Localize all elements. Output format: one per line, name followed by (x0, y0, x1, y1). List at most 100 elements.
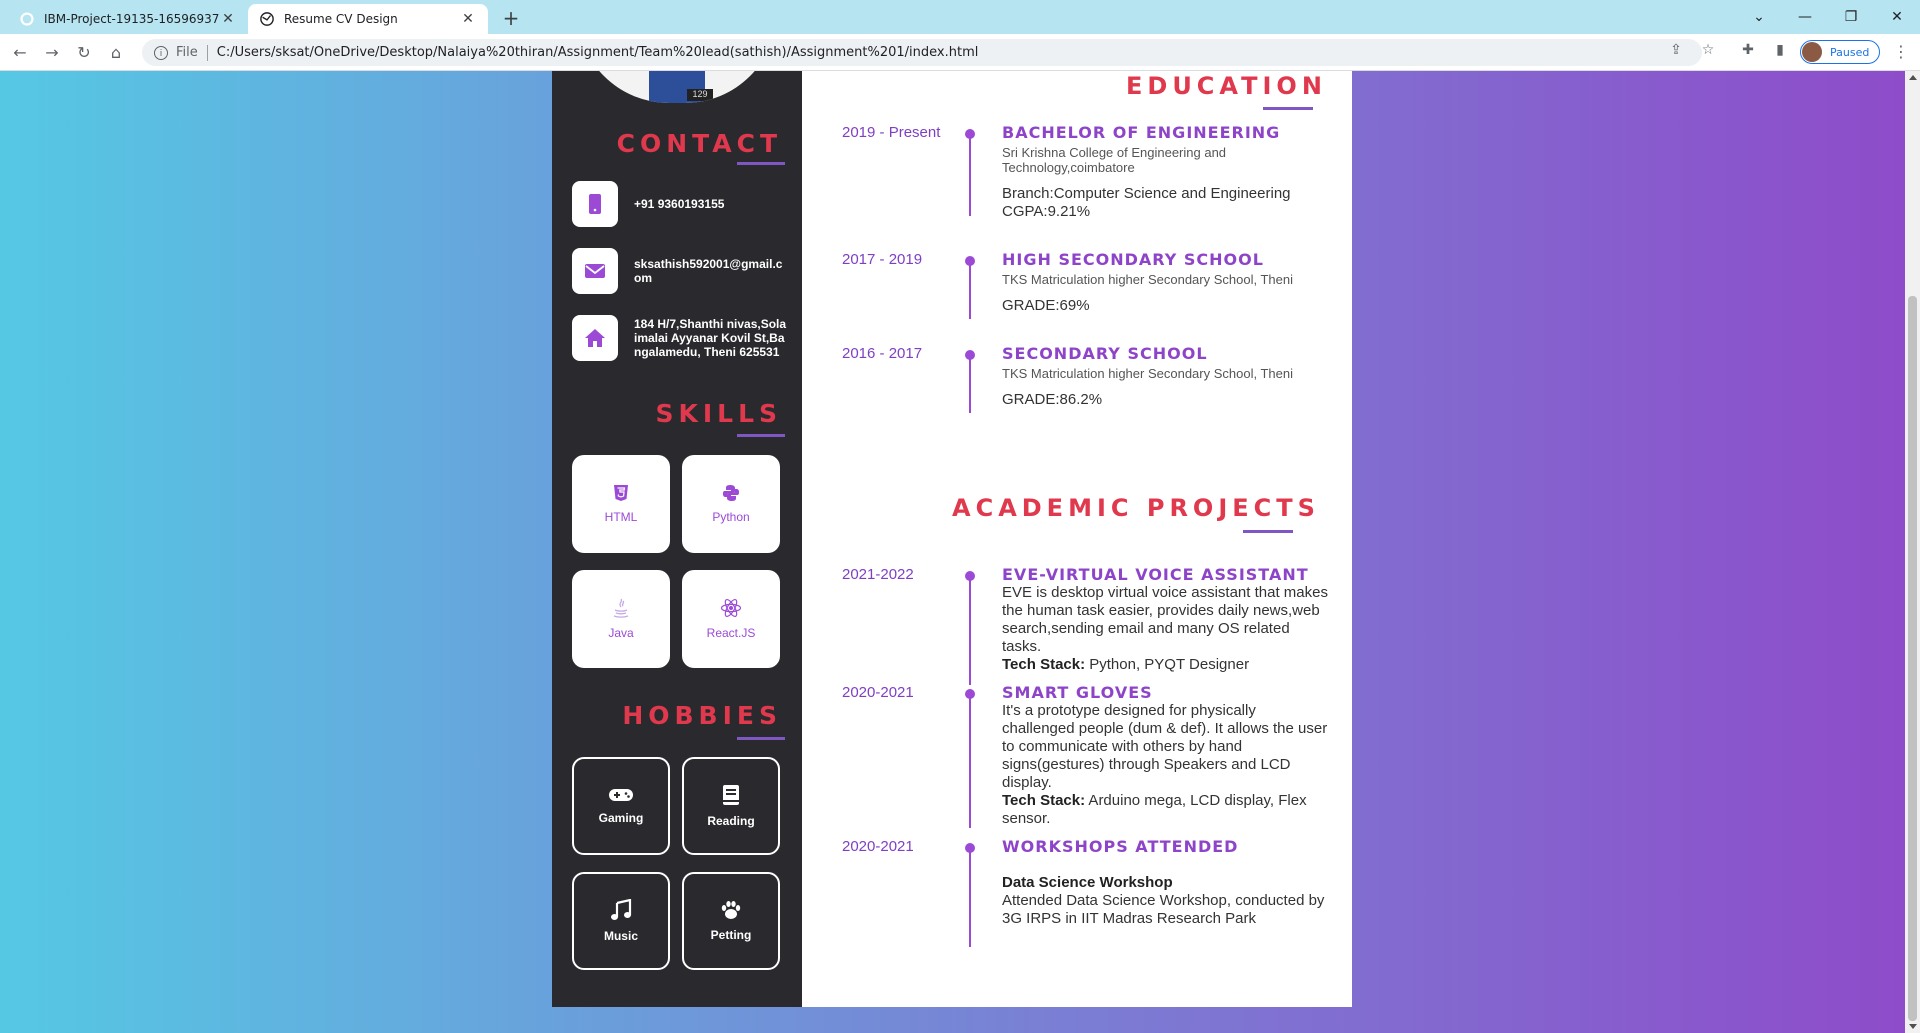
hobby-label: Gaming (598, 811, 644, 825)
timeline-dot (965, 256, 975, 266)
education-date: 2019 - Present (842, 124, 941, 141)
education-institution: TKS Matriculation higher Secondary Schoo… (1002, 366, 1293, 381)
react-icon (720, 598, 742, 618)
project-date: 2020-2021 (842, 684, 914, 701)
timeline-dot (965, 689, 975, 699)
browser-toolbar: ← → ↻ ⌂ i File C:/Users/sksat/OneDrive/D… (0, 34, 1920, 71)
skill-label: HTML (604, 510, 638, 524)
contact-underline (737, 162, 785, 165)
back-arrow-icon[interactable]: ← (8, 41, 32, 65)
page-scrollbar[interactable] (1905, 71, 1920, 1033)
menu-icon[interactable]: ⋮ (1893, 42, 1909, 61)
skill-tile-python: Python (682, 455, 780, 553)
resume-card: 129 CONTACT +91 9360193155 sksathish5920… (552, 71, 1352, 1007)
hobby-tile-petting: Petting (682, 872, 780, 970)
close-window-button[interactable]: ✕ (1874, 4, 1920, 30)
phone-number[interactable]: +91 9360193155 (634, 197, 724, 211)
education-date: 2017 - 2019 (842, 251, 923, 268)
hobbies-heading: HOBBIES (622, 701, 782, 730)
tab-resume-cv[interactable]: Resume CV Design ✕ (248, 4, 488, 34)
project-entry: EVE-VIRTUAL VOICE ASSISTANT EVE is deskt… (1002, 565, 1332, 674)
profile-button[interactable]: Paused (1800, 40, 1880, 64)
hobby-label: Reading (707, 814, 755, 828)
address-bar[interactable]: i File C:/Users/sksat/OneDrive/Desktop/N… (142, 39, 1702, 66)
tech-stack-label: Tech Stack: (1002, 656, 1086, 673)
avatar (1802, 42, 1822, 62)
side-panel-icon[interactable]: ▮ (1770, 42, 1790, 62)
projects-heading: ACADEMIC PROJECTS (952, 494, 1320, 522)
workshop-description: Attended Data Science Workshop, conducte… (1002, 892, 1325, 927)
minimize-button[interactable]: — (1782, 4, 1828, 30)
hobby-tile-reading: Reading (682, 757, 780, 855)
tech-stack-value: Python, PYQT Designer (1085, 656, 1250, 673)
envelope-icon (572, 248, 618, 294)
bookmark-star-icon[interactable]: ☆ (1698, 42, 1718, 62)
gamepad-icon (609, 789, 633, 801)
tab-search-icon[interactable]: ⌄ (1736, 4, 1782, 30)
education-degree: BACHELOR OF ENGINEERING (1002, 123, 1281, 142)
extensions-icon[interactable]: ✚ (1738, 42, 1758, 62)
project-title: EVE-VIRTUAL VOICE ASSISTANT (1002, 565, 1309, 584)
url-text[interactable]: C:/Users/sksat/OneDrive/Desktop/Nalaiya%… (217, 45, 979, 60)
education-cgpa: CGPA:9.21% (1002, 203, 1091, 220)
timeline-line (969, 353, 971, 413)
education-branch: Branch:Computer Science and Engineering (1002, 185, 1291, 202)
timeline-line (969, 133, 971, 216)
close-icon[interactable]: ✕ (220, 11, 236, 27)
tab-title: Resume CV Design (284, 12, 398, 26)
skill-label: Python (712, 510, 750, 524)
github-icon (20, 12, 34, 26)
tab-github-project[interactable]: IBM-Project-19135-1659693712/ ✕ (8, 4, 248, 34)
reload-icon[interactable]: ↻ (72, 41, 96, 65)
hobby-label: Music (603, 929, 638, 943)
share-icon[interactable]: ⇪ (1666, 42, 1686, 62)
email-address[interactable]: sksathish592001@gmail.com (634, 257, 787, 285)
timeline-line (969, 575, 971, 685)
hobby-label: Petting (710, 928, 752, 942)
education-heading: EDUCATION (1126, 72, 1327, 100)
python-icon (723, 485, 739, 501)
browser-tab-bar: IBM-Project-19135-1659693712/ ✕ Resume C… (0, 0, 1920, 34)
workshop-heading: WORKSHOPS ATTENDED (1002, 837, 1239, 856)
info-icon[interactable]: i (154, 45, 168, 60)
scroll-down-arrow-icon[interactable] (1909, 1024, 1917, 1029)
skill-tile-java: Java (572, 570, 670, 668)
contact-phone: +91 9360193155 (572, 181, 787, 227)
education-institution: TKS Matriculation higher Secondary Schoo… (1002, 272, 1293, 287)
project-description: It's a prototype designed for physically… (1002, 702, 1328, 791)
project-date: 2020-2021 (842, 838, 914, 855)
workshop-entry: WORKSHOPS ATTENDED Data Science Workshop… (1002, 837, 1332, 928)
globe-icon (260, 12, 274, 26)
contact-heading: CONTACT (616, 129, 782, 158)
tab-title: IBM-Project-19135-1659693712/ (44, 12, 220, 26)
workshop-title-text: Data Science Workshop (1002, 874, 1173, 891)
photo-tag: 129 (687, 89, 713, 101)
home-button-icon[interactable]: ⌂ (104, 41, 128, 65)
restore-button[interactable]: ❐ (1828, 4, 1874, 30)
profile-status: Paused (1830, 45, 1870, 59)
timeline-line (969, 693, 971, 828)
skill-tile-react: React.JS (682, 570, 780, 668)
url-scheme: File (176, 45, 198, 60)
book-icon (723, 785, 739, 805)
hobbies-underline (737, 737, 785, 740)
timeline-line (969, 847, 971, 947)
close-icon[interactable]: ✕ (460, 11, 476, 27)
education-grade: GRADE:69% (1002, 297, 1090, 314)
forward-arrow-icon[interactable]: → (40, 41, 64, 65)
html5-icon (614, 485, 628, 501)
home-icon (572, 315, 618, 361)
skill-tile-html: HTML (572, 455, 670, 553)
timeline-dot (965, 350, 975, 360)
phone-icon (572, 181, 618, 227)
profile-photo: 129 (577, 71, 777, 103)
new-tab-button[interactable]: + (498, 6, 524, 32)
education-institution: Sri Krishna College of Engineering and T… (1002, 145, 1227, 175)
hobby-tile-music: Music (572, 872, 670, 970)
skills-heading: SKILLS (655, 399, 782, 428)
scroll-up-arrow-icon[interactable] (1909, 75, 1917, 80)
resume-main: EDUCATION 2019 - Present BACHELOR OF ENG… (802, 71, 1352, 1007)
skill-label: Java (608, 626, 634, 640)
timeline-line (969, 259, 971, 319)
scrollbar-thumb[interactable] (1908, 296, 1917, 1021)
